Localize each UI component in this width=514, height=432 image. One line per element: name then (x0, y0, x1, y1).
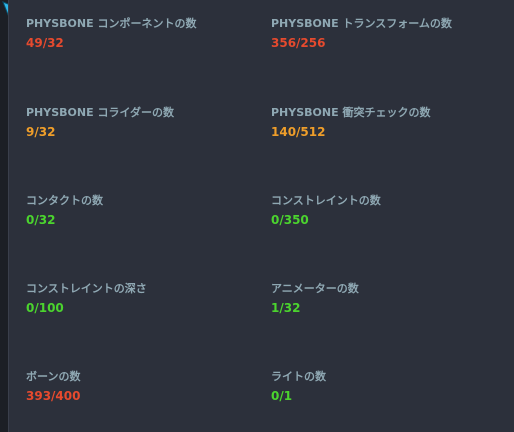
stat-lights: ライトの数 0/1 (271, 370, 326, 404)
stat-bones: ボーンの数 393/400 (26, 370, 80, 404)
stat-label: コンストレイントの数 (271, 194, 381, 207)
stat-physbone-components: PHYSBONE コンポーネントの数 49/32 (26, 17, 196, 51)
stat-label: PHYSBONE 衝突チェックの数 (271, 106, 431, 119)
stat-physbone-colliders: PHYSBONE コライダーの数 9/32 (26, 106, 174, 140)
stat-animators: アニメーターの数 1/32 (271, 282, 359, 316)
stat-value: 1/32 (271, 301, 301, 315)
stat-value: 9/32 (26, 125, 56, 139)
stat-label: PHYSBONE トランスフォームの数 (271, 17, 452, 30)
stat-label: ボーンの数 (26, 370, 81, 383)
stat-label: ライトの数 (271, 370, 326, 383)
stat-label: アニメーターの数 (271, 282, 359, 295)
stat-contacts: コンタクトの数 0/32 (26, 194, 103, 228)
stat-value: 0/1 (271, 389, 293, 403)
stat-constraint-depth: コンストレイントの深さ 0/100 (26, 282, 147, 316)
stat-label: コンストレイントの深さ (26, 282, 147, 295)
stat-physbone-transforms: PHYSBONE トランスフォームの数 356/256 (271, 17, 452, 51)
stat-value: 356/256 (271, 36, 326, 50)
stat-label: PHYSBONE コンポーネントの数 (26, 17, 197, 30)
stat-constraints: コンストレイントの数 0/350 (271, 194, 381, 228)
stat-value: 0/32 (26, 213, 56, 227)
stat-label: コンタクトの数 (26, 194, 103, 207)
stat-value: 0/350 (271, 213, 309, 227)
stat-physbone-collision-checks: PHYSBONE 衝突チェックの数 140/512 (271, 106, 430, 140)
performance-stats-panel: PHYSBONE コンポーネントの数 49/32 PHYSBONE トランスフォ… (8, 0, 514, 432)
stat-value: 0/100 (26, 301, 64, 315)
stat-value: 49/32 (26, 36, 64, 50)
stat-value: 393/400 (26, 389, 81, 403)
stat-label: PHYSBONE コライダーの数 (26, 106, 175, 119)
left-strip (0, 0, 8, 432)
stat-value: 140/512 (271, 125, 326, 139)
